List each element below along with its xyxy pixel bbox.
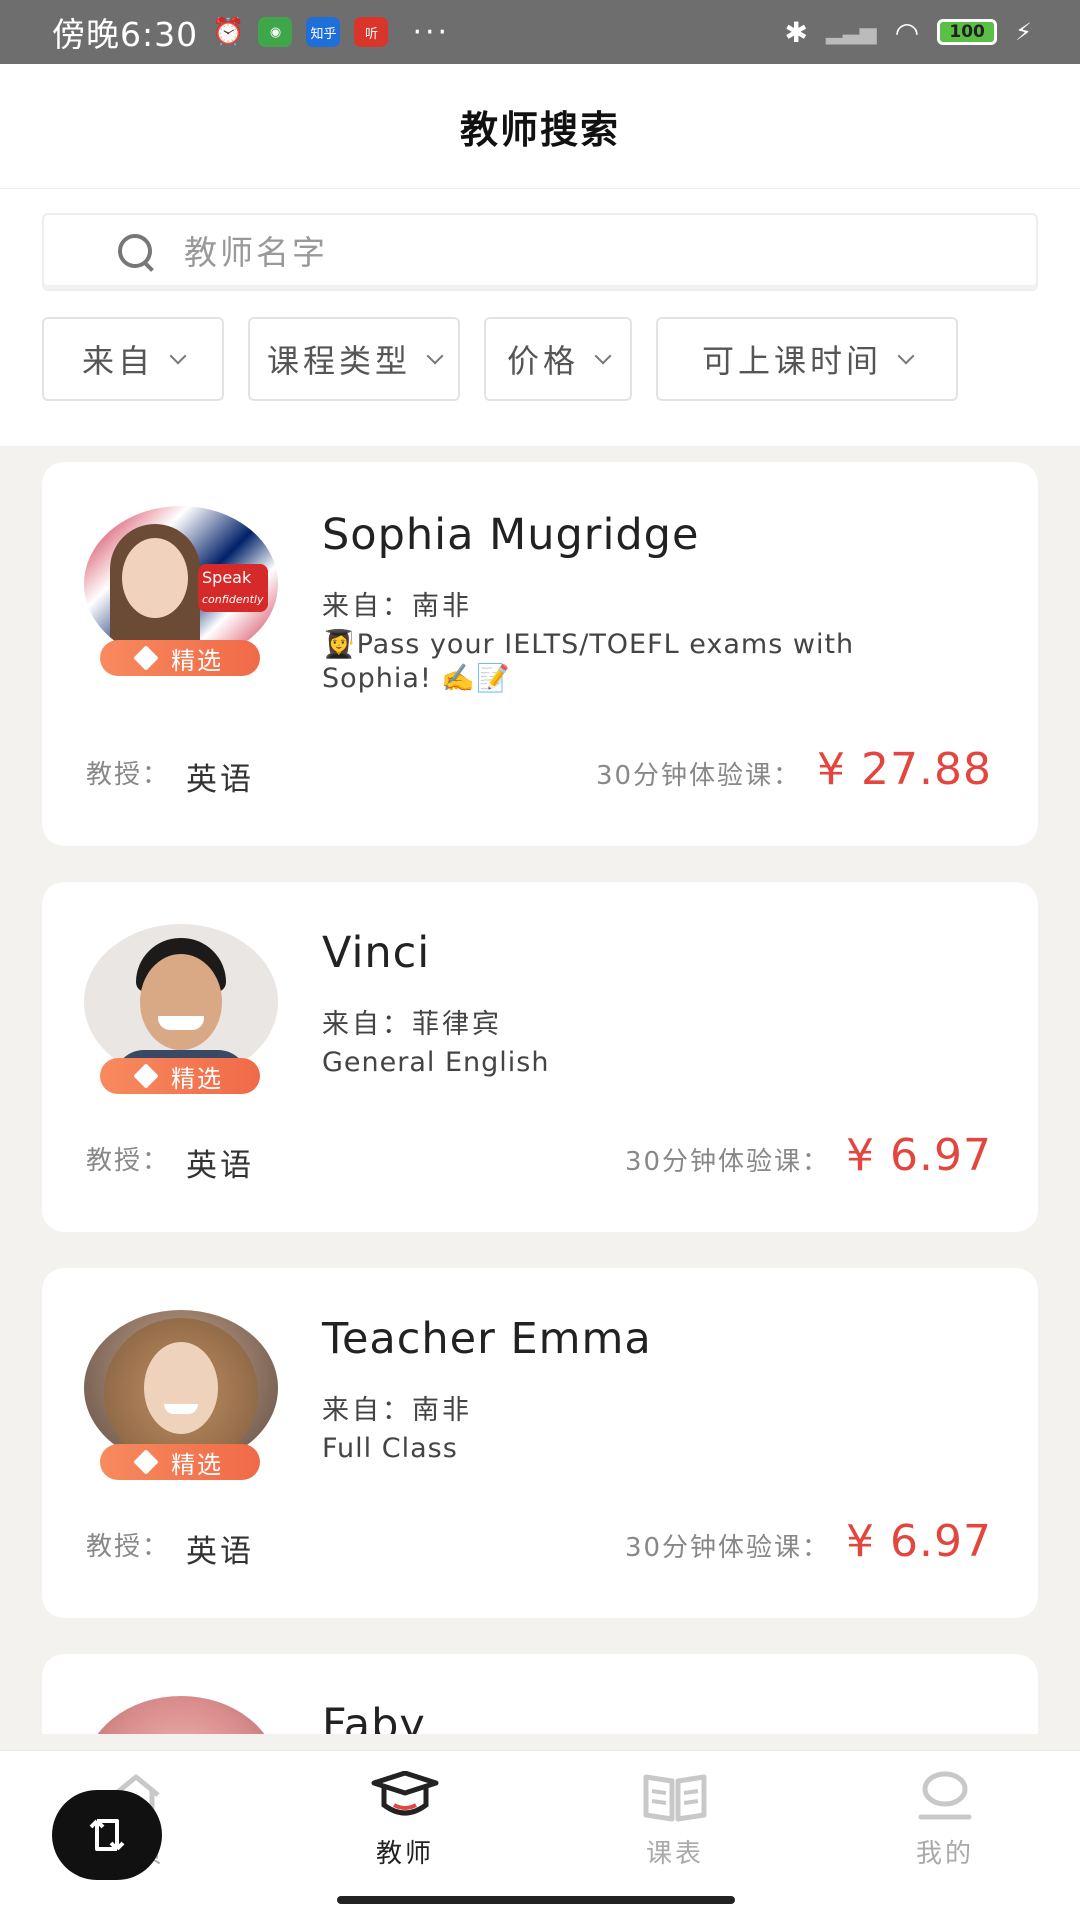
wechat-app-icon: ◉ (258, 17, 293, 47)
teacher-origin: 来自：南非 (322, 1395, 472, 1426)
battery-icon: 100 (937, 19, 998, 45)
nav-label: 教师 (375, 1839, 434, 1869)
home-indicator (337, 1896, 735, 1904)
price-block: 30分钟体验课： ¥ 27.88 (596, 744, 992, 795)
charging-icon: ⚡ (1015, 18, 1032, 46)
teacher-name: Teacher Emma (322, 1314, 652, 1364)
bluetooth-icon: ✱ (784, 15, 808, 49)
teach-subject: 英语 (186, 1534, 254, 1570)
trial-price: ¥ 6.97 (846, 1130, 992, 1181)
profile-icon (918, 1771, 972, 1820)
badge-label: 精选 (171, 1450, 223, 1479)
trial-price: ¥ 27.88 (817, 744, 992, 795)
graduation-cap-icon (371, 1771, 439, 1816)
search-box[interactable] (42, 213, 1038, 291)
teacher-origin: 来自：菲律宾 (322, 1009, 502, 1040)
status-time: 傍晚6:30 (52, 15, 199, 54)
nav-label: 课表 (645, 1839, 704, 1869)
teacher-list[interactable]: Speak confidently 精选 Sophia Mugridge 来自：… (0, 446, 1080, 1734)
teacher-card[interactable]: Faby (42, 1654, 1038, 1734)
badge-label: 精选 (171, 1064, 223, 1093)
avatar: 精选 (84, 924, 278, 1094)
search-icon (116, 232, 156, 272)
chevron-down-icon (426, 347, 444, 365)
description-line: Sophia! ✍️📝 (322, 663, 511, 694)
rotate-icon (89, 1819, 125, 1851)
nav-profile[interactable]: 我的 (865, 1771, 1025, 1870)
teacher-name: Sophia Mugridge (322, 510, 700, 560)
teacher-description: Full Class (322, 1432, 942, 1466)
teacher-photo: Speak confidently (84, 506, 278, 662)
book-icon (643, 1774, 707, 1822)
filter-label: 价格 (506, 342, 579, 380)
avatar (84, 1696, 278, 1734)
page-title: 教师搜索 (459, 107, 620, 152)
filter-label: 可上课时间 (701, 342, 882, 380)
rotate-screen-button[interactable] (52, 1790, 162, 1880)
teacher-description: 👩‍🎓Pass your IELTS/TOEFL exams with Soph… (322, 628, 942, 696)
description-line: 👩‍🎓Pass your IELTS/TOEFL exams with (322, 629, 855, 660)
featured-badge: 精选 (100, 640, 260, 676)
teach-label: 教授： (86, 760, 171, 790)
teacher-photo (84, 1310, 278, 1466)
search-input[interactable] (184, 232, 884, 272)
alarm-off-icon: ⏰ (212, 17, 245, 47)
teacher-photo (84, 924, 278, 1080)
filter-price-button[interactable]: 价格 (484, 317, 632, 401)
teacher-photo (84, 1696, 278, 1734)
teacher-card[interactable]: Speak confidently 精选 Sophia Mugridge 来自：… (42, 462, 1038, 846)
trial-lesson-label: 30分钟体验课： (624, 1147, 831, 1177)
filter-course-type-button[interactable]: 课程类型 (248, 317, 460, 401)
trial-lesson-label: 30分钟体验课： (595, 761, 802, 791)
chevron-down-icon (897, 347, 915, 365)
badge-label: 精选 (171, 646, 223, 675)
teach-label: 教授： (86, 1146, 171, 1176)
description-line: Full Class (322, 1433, 458, 1464)
more-notifications-icon: ··· (412, 14, 451, 50)
teacher-name: Vinci (322, 928, 431, 978)
chevron-down-icon (169, 347, 187, 365)
teach-label: 教授： (86, 1532, 171, 1562)
page-header: 教师搜索 (0, 64, 1080, 189)
diamond-icon (133, 1449, 159, 1475)
nav-label: 我的 (915, 1839, 974, 1869)
teacher-description: General English (322, 1046, 942, 1080)
teacher-origin: 来自：南非 (322, 591, 472, 622)
avatar-text: confidently (202, 593, 264, 606)
price-block: 30分钟体验课： ¥ 6.97 (625, 1516, 992, 1567)
status-left-icons: ⏰ ◉ 知乎 听 ··· (212, 15, 450, 50)
signal-icon: ▂▃▅ (825, 19, 877, 45)
trial-price: ¥ 6.97 (846, 1516, 992, 1567)
featured-badge: 精选 (100, 1444, 260, 1480)
filter-label: 课程类型 (266, 342, 411, 380)
diamond-icon (133, 645, 159, 671)
nav-teachers[interactable]: 教师 (325, 1771, 485, 1870)
teach-subject: 英语 (186, 1148, 254, 1184)
zhihu-app-icon: 知乎 (306, 17, 341, 47)
price-block: 30分钟体验课： ¥ 6.97 (625, 1130, 992, 1181)
teacher-card[interactable]: 精选 Teacher Emma 来自：南非 Full Class 教授： 英语 … (42, 1268, 1038, 1618)
teach-subject: 英语 (186, 762, 254, 798)
status-right-icons: ✱ ▂▃▅ ◠ 100 ⚡ (784, 16, 1032, 49)
trial-lesson-label: 30分钟体验课： (624, 1533, 831, 1563)
nav-schedule[interactable]: 课表 (595, 1771, 755, 1870)
bottom-nav: 首页 教师 课表 我的 (0, 1750, 1080, 1920)
status-bar: 傍晚6:30 ⏰ ◉ 知乎 听 ··· ✱ ▂▃▅ ◠ 100 ⚡ (0, 0, 1080, 64)
filter-availability-button[interactable]: 可上课时间 (656, 317, 958, 401)
featured-badge: 精选 (100, 1058, 260, 1094)
wifi-icon: ◠ (894, 15, 920, 49)
filter-label: 来自 (81, 342, 154, 380)
search-area: 来自 课程类型 价格 可上课时间 (0, 189, 1080, 446)
avatar: Speak confidently 精选 (84, 506, 278, 676)
chevron-down-icon (594, 347, 612, 365)
diamond-icon (133, 1063, 159, 1089)
teacher-name: Faby (322, 1700, 426, 1734)
filter-from-button[interactable]: 来自 (42, 317, 224, 401)
description-line: General English (322, 1047, 550, 1078)
listen-app-icon: 听 (354, 17, 389, 47)
teacher-card[interactable]: 精选 Vinci 来自：菲律宾 General English 教授： 英语 3… (42, 882, 1038, 1232)
avatar: 精选 (84, 1310, 278, 1480)
avatar-text: Speak (202, 568, 252, 587)
